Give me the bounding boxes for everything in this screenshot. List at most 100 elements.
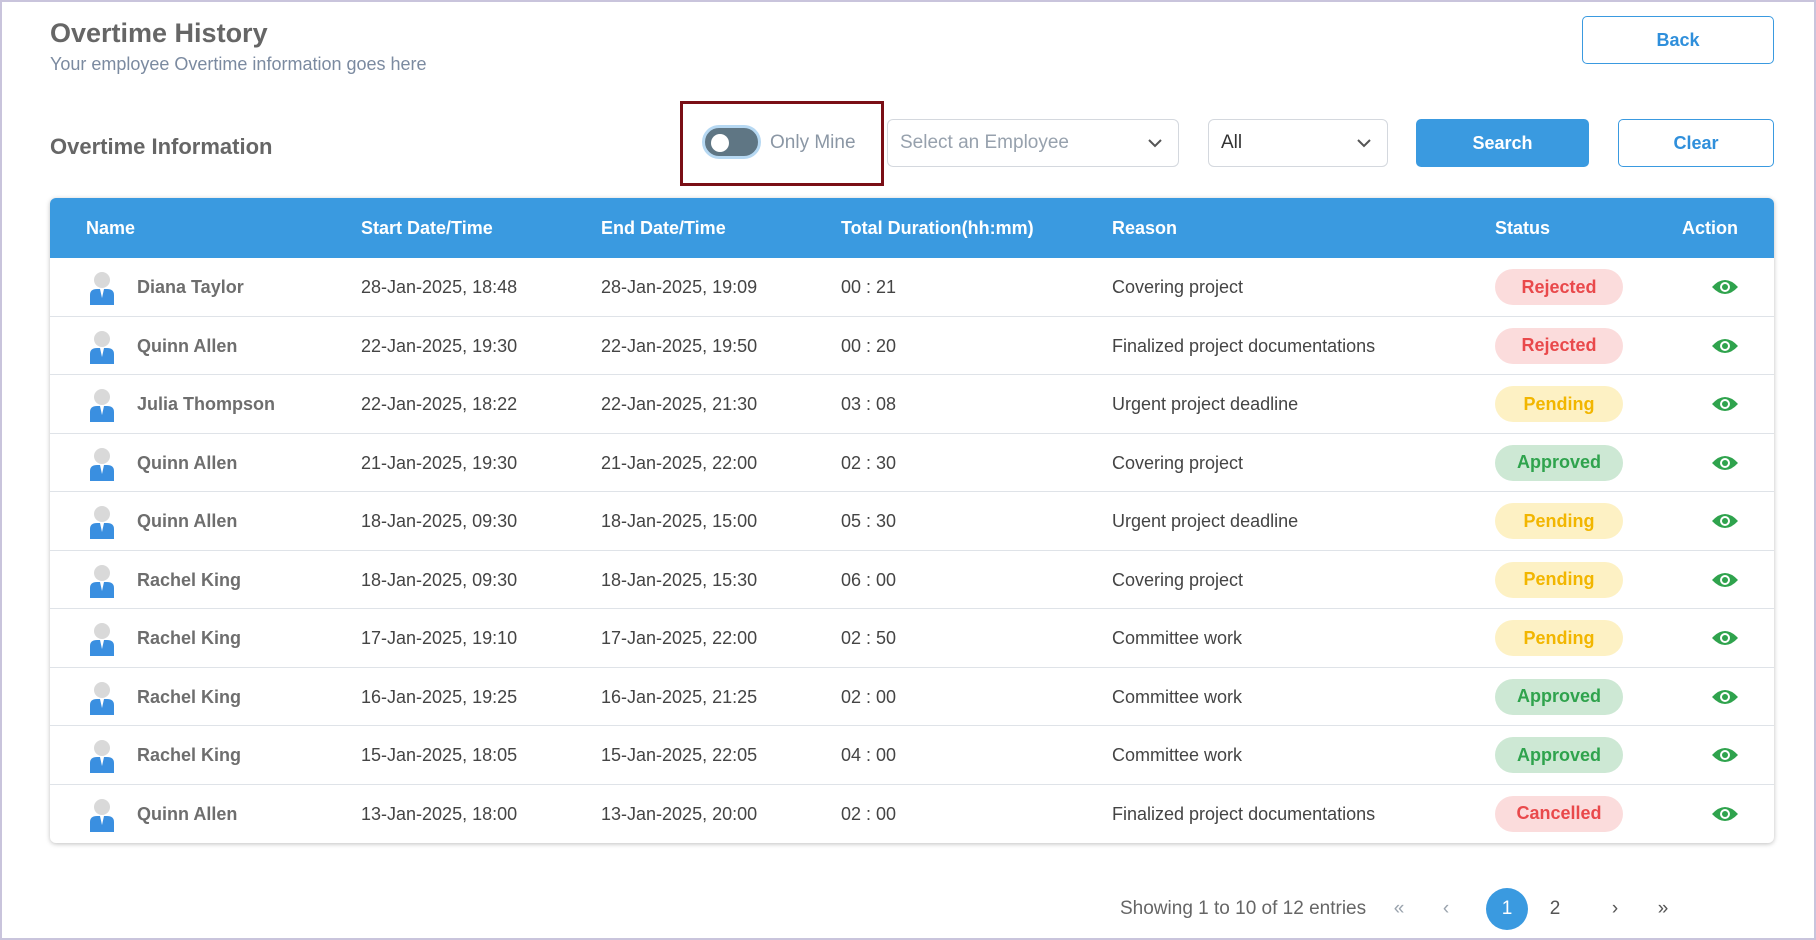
table-row: Quinn Allen 18-Jan-2025, 09:30 18-Jan-2025… [50,492,1774,551]
total-duration: 02 : 00 [841,803,897,824]
user-avatar-icon [90,447,114,481]
toggle-knob [711,134,729,152]
search-button[interactable]: Search [1416,119,1589,167]
table-row: Rachel King 15-Jan-2025, 18:05 15-Jan-2025… [50,726,1774,785]
status-badge: Rejected [1495,269,1623,305]
end-datetime: 18-Jan-2025, 15:00 [601,511,758,531]
last-page-button[interactable]: » [1642,888,1684,930]
status-badge: Approved [1495,737,1623,773]
section-title: Overtime Information [50,134,273,159]
end-datetime: 13-Jan-2025, 20:00 [601,803,758,824]
prev-page-button[interactable]: ‹ [1425,888,1467,930]
employee-name: Diana Taylor [137,277,244,297]
eye-icon[interactable] [1711,745,1739,765]
reason: Finalized project documentations [1112,335,1376,356]
user-avatar-icon [90,389,114,422]
employee-name: Rachel King [137,569,242,590]
total-duration: 04 : 00 [841,745,897,765]
employee-select-placeholder: Select an Employee [900,132,1069,153]
table-row: Rachel King 18-Jan-2025, 09:30 18-Jan-2025… [50,551,1774,609]
eye-icon[interactable] [1711,570,1739,590]
chevron-down-icon [1148,139,1162,148]
start-datetime: 22-Jan-2025, 19:30 [361,335,518,356]
overtime-table: Name Start Date/Time End Date/Time Total… [50,198,1774,843]
total-duration: 05 : 30 [841,511,897,531]
user-avatar-icon [90,272,114,305]
status-badge: Pending [1495,386,1623,422]
reason: Covering project [1112,569,1244,590]
page-title: Overtime History [50,18,268,48]
eye-icon[interactable] [1711,628,1739,648]
end-datetime: 28-Jan-2025, 19:09 [601,277,758,297]
employee-name: Quinn Allen [137,511,238,531]
only-mine-label: Only Mine [770,132,856,153]
status-select[interactable]: All [1208,119,1388,167]
eye-icon[interactable] [1711,394,1739,414]
employee-name: Rachel King [137,686,242,707]
employee-name: Rachel King [137,628,242,648]
reason: Urgent project deadline [1112,394,1299,414]
total-duration: 00 : 20 [841,335,897,356]
user-avatar-icon [90,506,114,539]
reason: Committee work [1112,628,1243,648]
eye-icon[interactable] [1711,687,1739,707]
table-row: Diana Taylor 28-Jan-2025, 18:48 28-Jan-202… [50,258,1774,317]
total-duration: 02 : 50 [841,628,897,648]
eye-icon[interactable] [1711,453,1739,473]
end-datetime: 21-Jan-2025, 22:00 [601,452,758,473]
start-datetime: 17-Jan-2025, 19:10 [361,628,518,648]
reason: Committee work [1112,745,1243,765]
end-datetime: 18-Jan-2025, 15:30 [601,569,758,590]
column-header-action: Action [1682,218,1738,238]
clear-button[interactable]: Clear [1618,119,1774,167]
employee-name: Rachel King [137,745,242,765]
column-header-reason: Reason [1112,218,1178,238]
start-datetime: 15-Jan-2025, 18:05 [361,745,518,765]
table-row: Rachel King 16-Jan-2025, 19:25 16-Jan-2025… [50,668,1774,726]
eye-icon[interactable] [1711,277,1739,297]
reason: Finalized project documentations [1112,803,1376,824]
start-datetime: 18-Jan-2025, 09:30 [361,569,518,590]
column-header-name: Name [86,218,136,238]
start-datetime: 16-Jan-2025, 19:25 [361,686,518,707]
user-avatar-icon [90,330,114,364]
column-header-duration: Total Duration(hh:mm) [841,218,1034,238]
status-badge: Pending [1495,620,1623,656]
column-header-start: Start Date/Time [361,218,493,238]
table-body: Diana Taylor 28-Jan-2025, 18:48 28-Jan-202… [50,258,1774,843]
total-duration: 03 : 08 [841,394,897,414]
page-2-button[interactable]: 2 [1534,888,1576,930]
reason: Covering project [1112,277,1244,297]
employee-select[interactable]: Select an Employee [887,119,1179,167]
pagination-summary: Showing 1 to 10 of 12 entries [1120,898,1367,919]
user-avatar-icon [90,623,114,656]
status-select-value: All [1221,132,1243,153]
end-datetime: 17-Jan-2025, 22:00 [601,628,758,648]
table-row: Julia Thompson 22-Jan-2025, 18:22 22-Jan-2… [50,375,1774,434]
eye-icon[interactable] [1711,336,1739,356]
end-datetime: 15-Jan-2025, 22:05 [601,745,758,765]
page-subtitle: Your employee Overtime information goes … [50,54,427,74]
back-button[interactable]: Back [1582,16,1774,64]
total-duration: 02 : 00 [841,686,897,707]
status-badge: Approved [1495,678,1623,715]
page-1-button[interactable]: 1 [1486,888,1528,930]
table-row: Quinn Allen 21-Jan-2025, 19:30 21-Jan-2025… [50,434,1774,492]
table-row: Quinn Allen 13-Jan-2025, 18:00 13-Jan-2025… [50,785,1774,844]
employee-name: Quinn Allen [137,803,238,824]
next-page-button[interactable]: › [1594,888,1636,930]
start-datetime: 21-Jan-2025, 19:30 [361,452,518,473]
chevron-down-icon [1357,139,1371,148]
start-datetime: 22-Jan-2025, 18:22 [361,394,518,414]
reason: Committee work [1112,686,1243,707]
first-page-button[interactable]: « [1378,888,1420,930]
total-duration: 06 : 00 [841,569,897,590]
user-avatar-icon [90,740,114,773]
employee-name: Quinn Allen [137,335,238,356]
eye-icon[interactable] [1711,804,1739,824]
eye-icon[interactable] [1711,511,1739,531]
table-row: Quinn Allen 22-Jan-2025, 19:30 22-Jan-2025… [50,317,1774,375]
only-mine-toggle[interactable] [702,125,761,159]
end-datetime: 16-Jan-2025, 21:25 [601,686,758,707]
status-badge: Pending [1495,503,1623,539]
